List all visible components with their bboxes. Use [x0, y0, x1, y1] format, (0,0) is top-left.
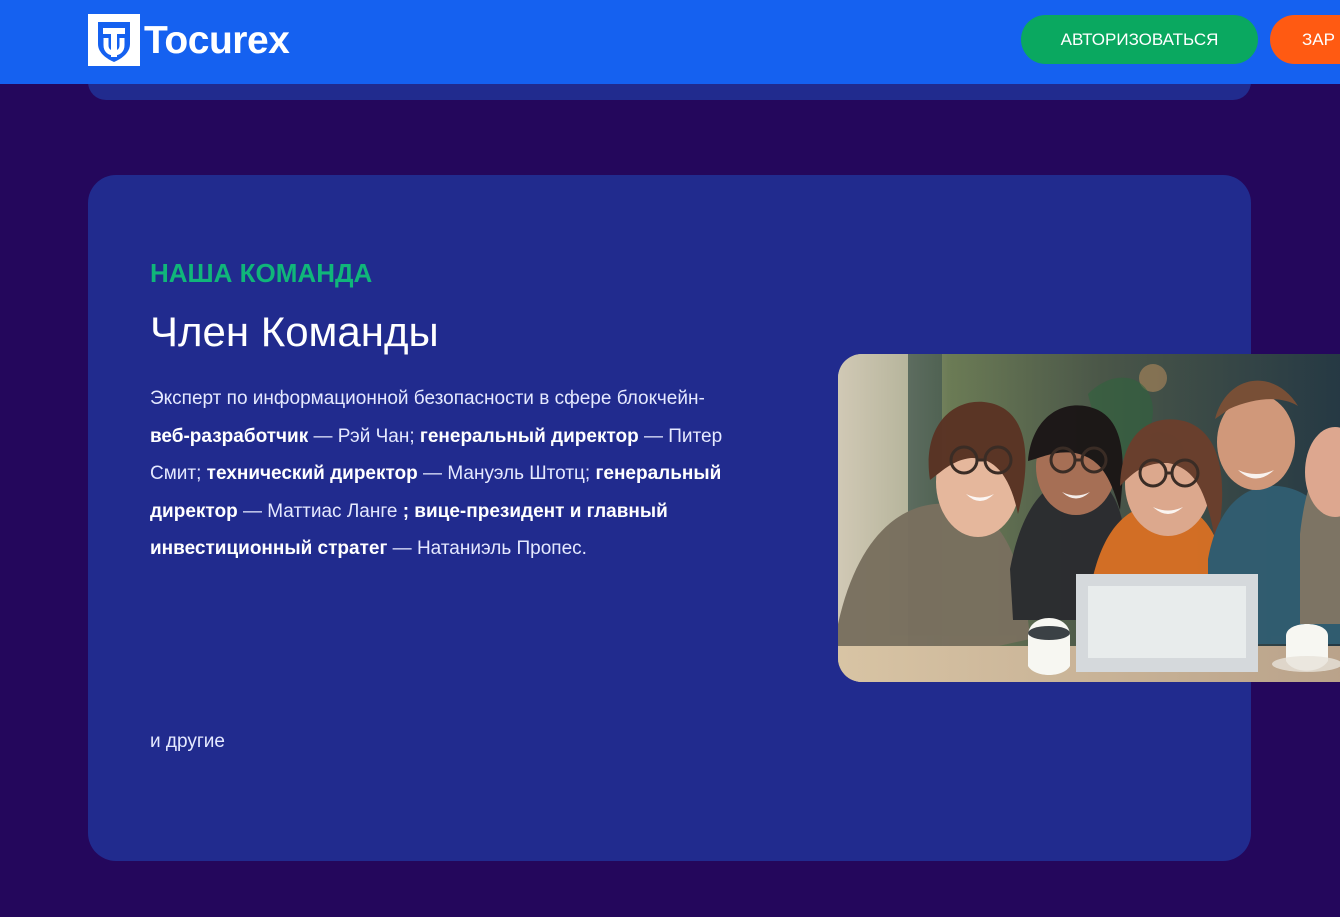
role-web-developer: веб-разработчик: [150, 425, 309, 447]
register-button[interactable]: ЗАР: [1270, 15, 1340, 64]
brand-logo[interactable]: Tocurex: [88, 14, 290, 66]
person-nathaniel-propes: — Натаниэль Пропес.: [387, 538, 587, 559]
page: Tocurex АВТОРИЗОВАТЬСЯ ЗАР НАША КОМАНДА …: [0, 0, 1340, 917]
team-description: Эксперт по информационной безопасности в…: [150, 380, 770, 568]
login-button[interactable]: АВТОРИЗОВАТЬСЯ: [1021, 15, 1258, 64]
team-title: Член Команды: [150, 308, 439, 355]
person-manuel-stotz: — Мануэль Штотц;: [417, 463, 596, 484]
site-header: Tocurex АВТОРИЗОВАТЬСЯ ЗАР: [0, 0, 1340, 84]
role-ceo-1: генеральный директор: [419, 425, 639, 447]
description-intro: Эксперт по информационной безопасности в…: [150, 388, 705, 409]
shield-logo-icon: [88, 14, 140, 66]
person-ray-chan: — Рэй Чан;: [308, 425, 420, 447]
person-mattias-lange: — Маттиас Ланге: [237, 500, 403, 522]
team-others: и другие: [150, 731, 225, 752]
team-photo: [838, 354, 1340, 682]
brand-name: Tocurex: [144, 18, 290, 62]
role-cto: технический директор: [206, 463, 418, 484]
team-eyebrow: НАША КОМАНДА: [150, 258, 373, 288]
